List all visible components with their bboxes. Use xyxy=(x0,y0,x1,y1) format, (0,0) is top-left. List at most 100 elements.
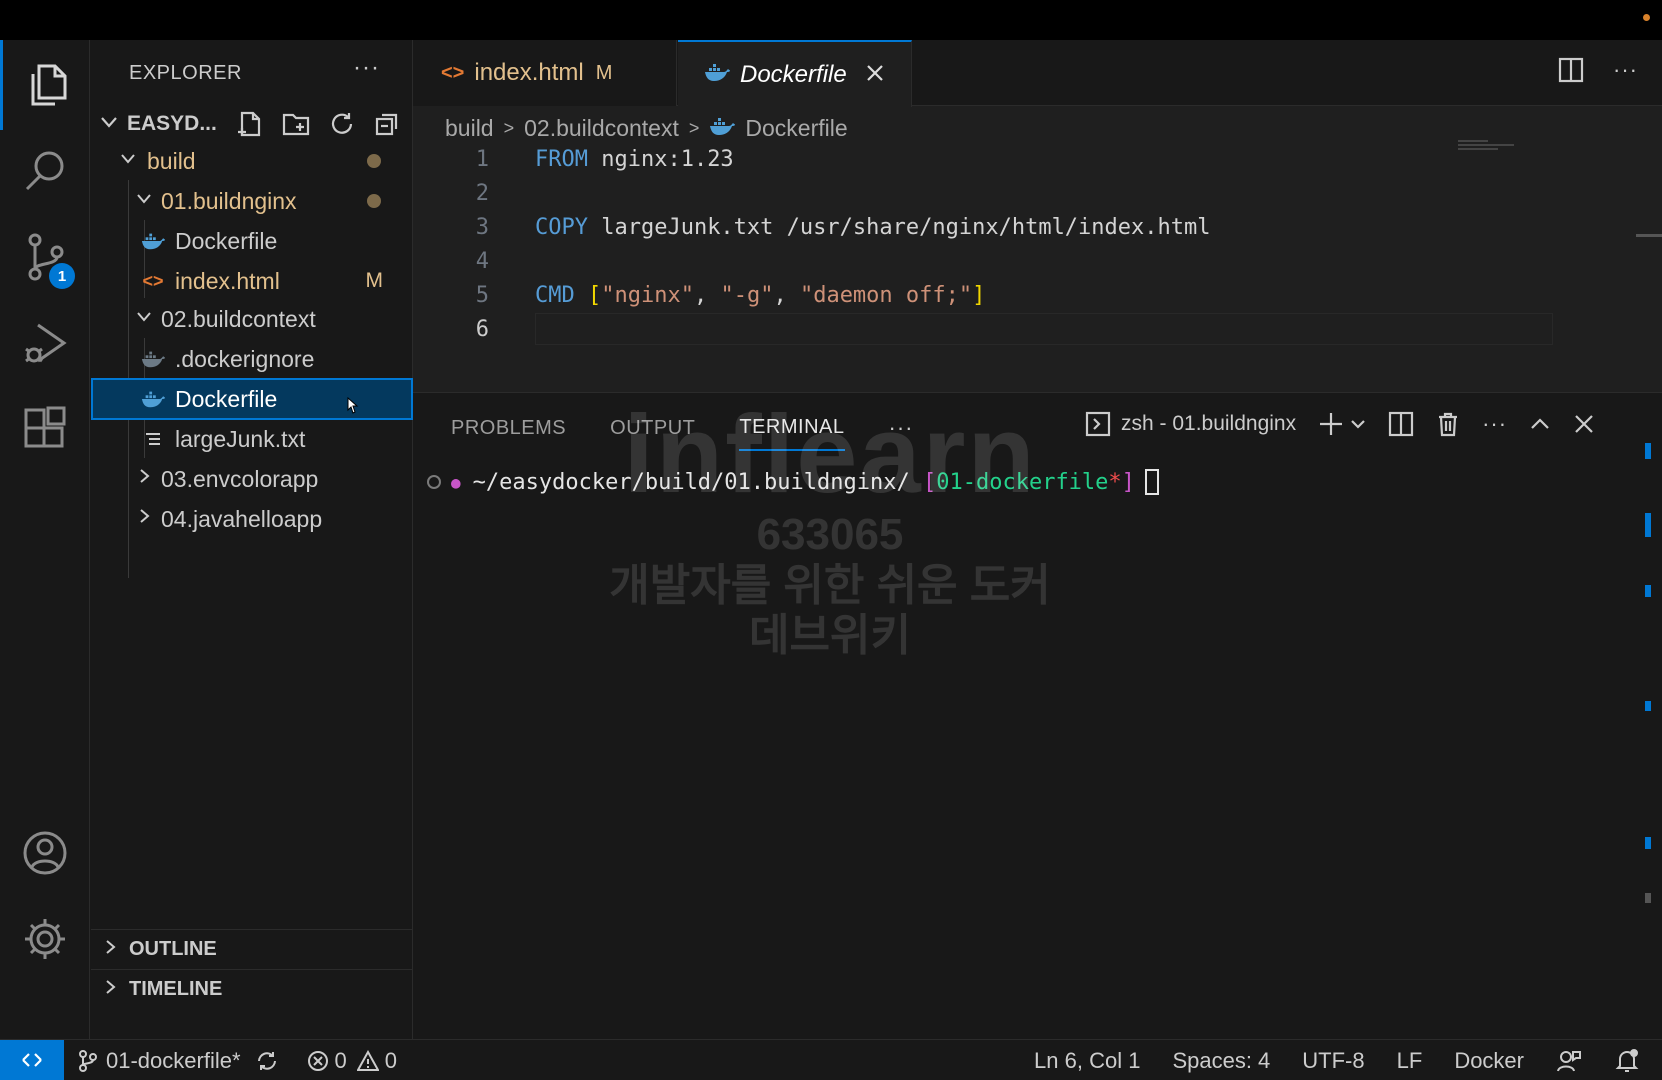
new-file-icon[interactable] xyxy=(236,110,264,138)
tree-item-dockerignore[interactable]: .dockerignore xyxy=(91,338,413,380)
branch-status[interactable]: 01-dockerfile* xyxy=(78,1048,241,1074)
tab-output[interactable]: OUTPUT xyxy=(610,405,695,451)
eol-status[interactable]: LF xyxy=(1397,1048,1423,1074)
line-number: 6 xyxy=(475,316,489,342)
collapse-all-icon[interactable] xyxy=(373,110,401,138)
outline-section-header[interactable]: OUTLINE xyxy=(91,929,413,969)
timeline-section-header[interactable]: TIMELINE xyxy=(91,969,413,1009)
tree-item-build[interactable]: build xyxy=(91,140,413,182)
indentation-status[interactable]: Spaces: 4 xyxy=(1172,1048,1270,1074)
tab-modified-badge: M xyxy=(595,61,613,84)
tree-item-04-javahelloapp[interactable]: 04.javahelloapp xyxy=(91,498,413,540)
run-debug-activity-button[interactable] xyxy=(0,298,90,388)
chevron-down-icon[interactable] xyxy=(1350,416,1366,432)
manage-activity-button[interactable] xyxy=(0,894,90,984)
sidebar-title: EXPLORER xyxy=(129,62,242,84)
terminal-name[interactable]: zsh - 01.buildnginx xyxy=(1121,412,1296,436)
remote-indicator[interactable] xyxy=(0,1039,64,1080)
chevron-right-icon xyxy=(101,978,125,1001)
code-line-current: 6 xyxy=(413,312,1553,346)
prompt-circle-icon xyxy=(427,475,441,489)
docker-icon xyxy=(709,115,736,142)
tab-label: Dockerfile xyxy=(740,60,847,88)
panel-more-button[interactable]: ··· xyxy=(1482,411,1507,437)
terminal-dirty-flag: * xyxy=(1108,469,1122,495)
workspace-header[interactable]: EASYD... xyxy=(91,104,413,144)
tree-item-03-envcolorapp[interactable]: 03.envcolorapp xyxy=(91,458,413,500)
tree-item-label: 04.javahelloapp xyxy=(161,505,323,532)
tree-item-dockerfile[interactable]: Dockerfile xyxy=(91,220,413,262)
problems-status[interactable]: 0 0 xyxy=(307,1047,397,1074)
tree-item-02-buildcontext[interactable]: 02.buildcontext xyxy=(91,298,413,340)
plus-icon[interactable] xyxy=(1318,411,1344,437)
extensions-activity-button[interactable] xyxy=(0,384,90,474)
tree-item-label: Dockerfile xyxy=(175,227,278,254)
explorer-activity-button[interactable] xyxy=(0,40,90,130)
code-line: 4 xyxy=(413,244,1553,278)
source-control-activity-button[interactable]: 1 xyxy=(0,212,90,302)
chevron-right-icon xyxy=(133,507,155,531)
tab-dockerfile[interactable]: Dockerfile xyxy=(678,40,912,107)
encoding-status[interactable]: UTF-8 xyxy=(1302,1048,1364,1074)
scm-count-badge: 1 xyxy=(49,263,75,289)
panel-tabs-more-button[interactable]: ··· xyxy=(889,415,914,441)
title-bar xyxy=(0,0,1662,40)
line-number: 3 xyxy=(475,214,489,240)
chevron-up-icon[interactable] xyxy=(1529,413,1551,435)
line-number: 4 xyxy=(475,248,489,274)
tab-label: index.html xyxy=(474,59,584,86)
terminal-path: ~/easydocker/build/01.buildnginx/ xyxy=(472,469,923,495)
tree-item-01-buildnginx[interactable]: 01.buildnginx xyxy=(91,180,413,222)
explorer-sidebar: EXPLORER ··· EASYD... build 01.buildngin… xyxy=(91,40,413,1039)
chevron-right-icon: > xyxy=(503,117,515,138)
terminal-bracket-open: [ xyxy=(922,469,937,495)
tree-item-index-html[interactable]: <> index.html M xyxy=(91,260,413,302)
tree-item-label: Dockerfile xyxy=(175,385,278,412)
extensions-icon xyxy=(24,406,66,448)
tree-item-label: 02.buildcontext xyxy=(161,305,316,332)
split-terminal-icon[interactable] xyxy=(1388,411,1414,437)
error-count: 0 xyxy=(334,1047,347,1073)
line-number: 2 xyxy=(475,180,489,206)
code-text: FROM nginx:1.23 xyxy=(535,146,734,172)
remote-icon xyxy=(22,1053,42,1067)
breadcrumb-item[interactable]: build xyxy=(445,115,494,142)
chevron-down-icon xyxy=(99,112,123,137)
split-editor-icon[interactable] xyxy=(1557,56,1585,84)
tab-terminal[interactable]: TERMINAL xyxy=(739,405,845,451)
git-modified-badge: M xyxy=(365,269,384,292)
tree-item-dockerfile-selected[interactable]: Dockerfile xyxy=(91,378,413,420)
close-icon[interactable] xyxy=(1573,413,1595,435)
new-folder-icon[interactable] xyxy=(281,110,311,138)
explorer-more-button[interactable]: ··· xyxy=(353,54,380,82)
feedback-icon[interactable] xyxy=(1556,1048,1582,1074)
tab-index-html[interactable]: <> index.html M xyxy=(413,40,677,106)
breadcrumb-item[interactable]: Dockerfile xyxy=(745,115,847,142)
minimap[interactable] xyxy=(1458,140,1518,154)
bell-icon[interactable] xyxy=(1614,1048,1640,1074)
terminal-prompt-line[interactable]: ● ~/easydocker/build/01.buildnginx/ [ 01… xyxy=(427,469,1159,495)
close-icon[interactable] xyxy=(865,59,885,90)
accounts-activity-button[interactable] xyxy=(0,808,90,898)
breadcrumb-item[interactable]: 02.buildcontext xyxy=(524,115,679,142)
error-icon xyxy=(307,1050,328,1071)
sync-icon[interactable] xyxy=(255,1049,279,1073)
tree-item-label: build xyxy=(147,147,196,174)
refresh-icon[interactable] xyxy=(328,110,356,138)
html-icon: <> xyxy=(441,61,465,84)
html-icon: <> xyxy=(142,270,164,291)
cursor-position[interactable]: Ln 6, Col 1 xyxy=(1034,1048,1140,1074)
trash-icon[interactable] xyxy=(1436,411,1460,437)
activity-bar: 1 xyxy=(0,40,90,1039)
branch-name: 01-dockerfile* xyxy=(106,1047,241,1073)
warning-icon xyxy=(356,1049,379,1071)
chevron-right-icon xyxy=(101,938,125,961)
panel-actions: zsh - 01.buildnginx ··· xyxy=(1085,411,1595,437)
search-activity-button[interactable] xyxy=(0,126,90,216)
files-icon xyxy=(31,64,66,106)
code-text: COPY largeJunk.txt /usr/share/nginx/html… xyxy=(535,214,1211,240)
tab-problems[interactable]: PROBLEMS xyxy=(451,405,566,451)
tree-item-largejunk-txt[interactable]: largeJunk.txt xyxy=(91,418,413,460)
language-mode[interactable]: Docker xyxy=(1454,1048,1524,1074)
editor-more-button[interactable]: ··· xyxy=(1613,57,1638,83)
